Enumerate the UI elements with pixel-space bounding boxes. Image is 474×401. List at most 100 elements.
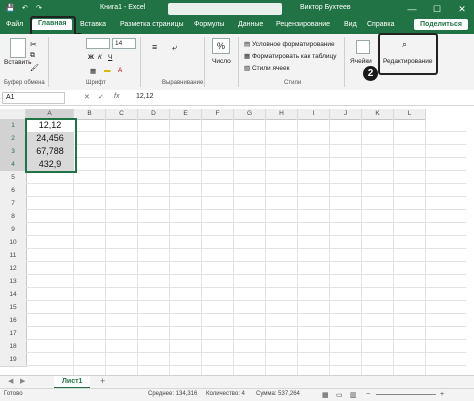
underline-icon[interactable]: Ч (108, 54, 112, 61)
column-header[interactable]: B (74, 109, 106, 120)
cut-icon[interactable]: ✂ (30, 40, 37, 49)
font-color-icon[interactable]: A (118, 67, 122, 74)
tab-insert[interactable]: Вставка (80, 21, 106, 28)
cells-icon[interactable] (356, 40, 370, 54)
row-header[interactable]: 7 (0, 197, 27, 211)
grid-line (26, 352, 466, 353)
format-as-table-button[interactable]: ▦ Форматировать как таблицу (244, 52, 337, 60)
column-header[interactable]: K (362, 109, 394, 120)
share-button[interactable]: Поделиться (413, 19, 468, 30)
font-name-dropdown[interactable] (86, 38, 110, 49)
cell-styles-icon: ▧ (244, 65, 252, 72)
row-header[interactable]: 6 (0, 184, 27, 198)
restore-button[interactable]: ☐ (428, 0, 446, 18)
status-bar: Готово Среднее: 134,316 Количество: 4 Су… (0, 388, 474, 401)
row-header[interactable]: 16 (0, 314, 27, 328)
row-header[interactable]: 14 (0, 288, 27, 302)
row-header[interactable]: 12 (0, 262, 27, 276)
row-header[interactable]: 3 (0, 145, 27, 159)
row-header[interactable]: 18 (0, 340, 27, 354)
row-header[interactable]: 8 (0, 210, 27, 224)
column-header[interactable]: J (330, 109, 362, 120)
row-header[interactable]: 17 (0, 327, 27, 341)
add-sheet-button[interactable]: + (100, 376, 105, 386)
row-header[interactable]: 4 (0, 158, 27, 172)
separator (238, 37, 239, 87)
number-group-button[interactable]: Число (212, 58, 231, 65)
tab-help[interactable]: Справка (367, 21, 394, 28)
enter-icon[interactable]: ✓ (98, 93, 104, 101)
function-icon[interactable]: fx (114, 93, 119, 100)
row-header[interactable]: 2 (0, 132, 27, 146)
name-box[interactable]: A1 (2, 92, 65, 104)
grid-line (26, 313, 466, 314)
normal-view-icon[interactable]: ▦ (322, 391, 329, 399)
cells-button[interactable]: Ячейки (350, 58, 372, 65)
row-header[interactable]: 19 (0, 353, 27, 367)
tab-page-layout[interactable]: Разметка страницы (120, 21, 184, 28)
minimize-button[interactable]: — (403, 0, 421, 18)
paste-button[interactable]: Вставить (4, 59, 32, 66)
column-header[interactable]: D (138, 109, 170, 120)
zoom-in-icon[interactable]: + (440, 391, 444, 398)
cell-styles-button[interactable]: ▧ Стили ячеек (244, 64, 289, 72)
separator (344, 37, 345, 87)
prev-sheet-icon[interactable]: ◀ (8, 377, 13, 385)
column-header[interactable]: E (170, 109, 202, 120)
formula-input[interactable]: 12,12 (136, 93, 154, 100)
tab-file[interactable]: Файл (6, 21, 23, 28)
row-header[interactable]: 1 (0, 119, 27, 133)
cell-A4[interactable]: 432,9 (26, 158, 74, 171)
grid-line (26, 131, 466, 132)
bold-icon[interactable]: Ж (88, 54, 94, 61)
italic-icon[interactable]: К (98, 54, 102, 61)
grid-line (26, 261, 466, 262)
paste-icon[interactable] (10, 38, 26, 58)
save-icon[interactable]: 💾 (6, 4, 15, 12)
column-header[interactable]: L (394, 109, 426, 120)
row-header[interactable]: 9 (0, 223, 27, 237)
align-icon[interactable]: ≡ (152, 42, 157, 52)
column-header[interactable]: I (298, 109, 330, 120)
zoom-slider[interactable] (376, 394, 436, 395)
separator (140, 37, 141, 87)
column-header[interactable]: G (234, 109, 266, 120)
row-header[interactable]: 15 (0, 301, 27, 315)
row-header[interactable]: 13 (0, 275, 27, 289)
row-header[interactable]: 10 (0, 236, 27, 250)
next-sheet-icon[interactable]: ▶ (20, 377, 25, 385)
page-layout-view-icon[interactable]: ▭ (336, 391, 343, 399)
grid-line (26, 274, 466, 275)
worksheet-grid[interactable]: ABCDEFGHIJKL 1 2 3 4 5 6 7 8 9 10 11 12 13 14 15 16 17 18… (0, 109, 474, 375)
row-header[interactable]: 5 (0, 171, 27, 185)
wrap-text-icon[interactable]: ⤶ (172, 42, 177, 53)
search-box[interactable] (168, 3, 282, 15)
column-header[interactable]: C (106, 109, 138, 120)
fill-color-icon[interactable]: ▬ (104, 67, 111, 74)
font-size-dropdown[interactable]: 14 (112, 38, 136, 49)
tab-review[interactable]: Рецензирование (276, 21, 330, 28)
format-painter-icon[interactable]: 🖌 (30, 64, 39, 72)
grid-line (26, 248, 466, 249)
cell-A1[interactable]: 12,12 (26, 119, 74, 132)
cell-A3[interactable]: 67,788 (26, 145, 74, 158)
undo-icon[interactable]: ↶ (22, 4, 28, 12)
tab-view[interactable]: Вид (344, 21, 357, 28)
separator (48, 37, 49, 87)
zoom-out-icon[interactable]: − (366, 391, 370, 398)
copy-icon[interactable]: ⧉ (30, 52, 35, 60)
page-break-view-icon[interactable]: ▥ (350, 391, 357, 399)
row-header[interactable]: 11 (0, 249, 27, 263)
tab-data[interactable]: Данные (238, 21, 263, 28)
close-button[interactable]: ✕ (453, 0, 471, 18)
user-name[interactable]: Виктор Бухтеев (300, 4, 351, 11)
percent-icon[interactable]: % (212, 38, 230, 54)
cell-A2[interactable]: 24,456 (26, 132, 74, 145)
column-header[interactable]: F (202, 109, 234, 120)
redo-icon[interactable]: ↷ (36, 4, 42, 12)
conditional-formatting-button[interactable]: ▤ Условное форматирование (244, 40, 335, 48)
tab-formulas[interactable]: Формулы (194, 21, 224, 28)
column-header[interactable]: H (266, 109, 298, 120)
cancel-icon[interactable]: ✕ (84, 93, 90, 101)
borders-icon[interactable]: ▦ (90, 67, 96, 75)
